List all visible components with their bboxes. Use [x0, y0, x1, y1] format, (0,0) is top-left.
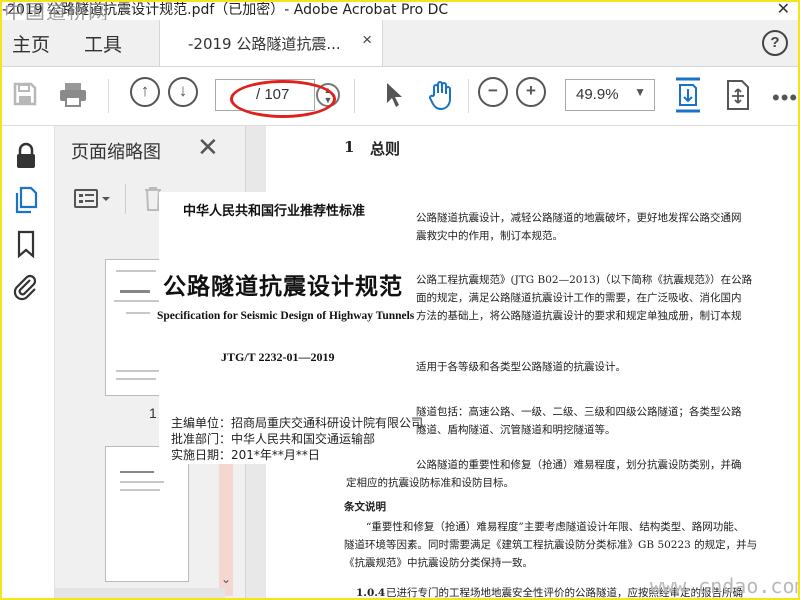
tab-bar: 主页 工具 -2019 公路隧道抗震... × ? — [2, 20, 798, 67]
app-window: -2019 公路隧道抗震设计规范.pdf（已加密）- Adobe Acrobat… — [0, 0, 800, 600]
select-tool-icon[interactable] — [384, 81, 406, 109]
hand-tool-icon[interactable] — [426, 79, 458, 111]
doc-line: 《抗震规范》中抗震设防分类保持一致。 — [344, 557, 533, 569]
tab-document[interactable]: -2019 公路隧道抗震... × — [159, 20, 383, 66]
toolbar-separator — [354, 79, 355, 113]
prev-page-icon[interactable]: ↑ — [130, 77, 160, 107]
watermark-top: 中国道桥网 — [4, 2, 109, 20]
cover-editor: 主编单位：招商局重庆交通科研设计院有限公司 — [171, 416, 424, 430]
fit-page-icon[interactable] — [674, 77, 702, 113]
bookmark-icon[interactable] — [12, 230, 40, 258]
save-icon[interactable] — [12, 81, 38, 107]
chevron-down-icon: ▼ — [634, 85, 646, 99]
menu-tools[interactable]: 工具 — [84, 30, 122, 57]
zoom-value: 49.9% — [576, 86, 619, 103]
doc-line: 方法的基础上，将公路隧道抗震设计的要求和规定单独成册，制订本规 — [416, 310, 742, 322]
doc-line: 公路工程抗震规范》(JTG B02—2013)（以下简称《抗震规范》）在公路 — [416, 274, 753, 286]
doc-line: 面的规定，满足公路隧道抗震设计工作的需要，在广泛吸收、消化国内 — [416, 292, 742, 304]
commentary-heading: 条文说明 — [344, 501, 386, 513]
watermark-bottom: www.cndao.com — [650, 574, 800, 598]
toolbar: ↑ ↓ / 107 ▲ ▼ − + 49.9% ▼ ••• — [2, 67, 798, 126]
toolbar-separator — [108, 79, 109, 113]
panel-title: 页面缩略图 — [71, 142, 161, 163]
title-bar: -2019 公路隧道抗震设计规范.pdf（已加密）- Adobe Acrobat… — [2, 2, 798, 20]
doc-line: “重要性和修复（抢通）难易程度”主要考虑隧道设计年限、结构类型、路网功能、 — [366, 521, 745, 533]
zoom-in-icon[interactable]: + — [516, 77, 546, 107]
attachment-icon[interactable] — [12, 274, 40, 302]
doc-line: 公路隧道的重要性和修复（抢通）难易程度，划分抗震设防类别，并确 — [416, 459, 742, 471]
left-icon-strip — [2, 126, 55, 598]
window-close-icon[interactable]: ✕ — [777, 2, 790, 19]
doc-line: 隧道环境等因素。同时需要满足《建筑工程抗震设防分类标准》GB 50223 的规定… — [344, 539, 758, 551]
doc-line: 定相应的抗震设防标准和设防目标。 — [346, 477, 514, 489]
more-options-icon[interactable]: ••• — [772, 85, 798, 111]
cover-english-title: Specification for Seismic Design of High… — [157, 310, 415, 322]
lock-icon[interactable] — [12, 142, 40, 170]
cover-effective-date: 实施日期：201*年**月**日 — [171, 448, 320, 462]
print-icon[interactable] — [58, 81, 88, 107]
toolbar-separator — [468, 79, 469, 113]
clause-number: 1.0.4 — [356, 587, 386, 598]
zoom-select[interactable]: 49.9% ▼ — [565, 79, 655, 111]
thumbnail-options-icon[interactable] — [73, 188, 113, 210]
help-icon[interactable]: ? — [762, 30, 788, 56]
zoom-out-icon[interactable]: − — [478, 77, 508, 107]
page-thumbnail-2[interactable] — [105, 446, 189, 582]
cover-preview: 中华人民共和国行业推荐性标准 公路隧道抗震设计规范 Specification … — [157, 192, 423, 464]
cover-standard: 中华人民共和国行业推荐性标准 — [183, 204, 366, 219]
doc-line: 震救灾中的作用，制订本规范。 — [416, 230, 563, 242]
section-number: 1 — [344, 138, 355, 156]
thumbnail-hscrollbar[interactable] — [55, 588, 225, 598]
close-panel-icon[interactable]: ✕ — [197, 132, 219, 163]
annotation-circle — [230, 80, 336, 118]
section-heading: 总则 — [370, 140, 401, 158]
doc-line: 隧道、盾构隧道、沉管隧道和明挖隧道等。 — [416, 424, 616, 436]
tab-close-icon[interactable]: × — [362, 30, 372, 50]
scroll-mode-icon[interactable] — [724, 79, 752, 111]
cover-title: 公路隧道抗震设计规范 — [163, 274, 403, 300]
panel-separator — [125, 184, 126, 214]
cover-approver: 批准部门：中华人民共和国交通运输部 — [171, 432, 376, 446]
doc-line: 公路隧道抗震设计，减轻公路隧道的地震破坏，更好地发挥公路交通网 — [416, 212, 742, 224]
menu-home[interactable]: 主页 — [12, 30, 50, 57]
doc-line: 适用于各等级和各类型公路隧道的抗震设计。 — [416, 361, 626, 373]
thumbnail-page-label: 1 — [149, 405, 157, 421]
page-thumbnails-icon[interactable] — [12, 186, 40, 214]
scroll-down-icon[interactable]: ⌄ — [221, 572, 231, 586]
tab-document-label: -2019 公路隧道抗震... — [188, 35, 341, 53]
cover-code: JTG/T 2232-01—2019 — [221, 350, 335, 364]
doc-line: 隧道包括：高速公路、一级、二级、三级和四级公路隧道；各类型公路 — [416, 406, 742, 418]
next-page-icon[interactable]: ↓ — [168, 77, 198, 107]
